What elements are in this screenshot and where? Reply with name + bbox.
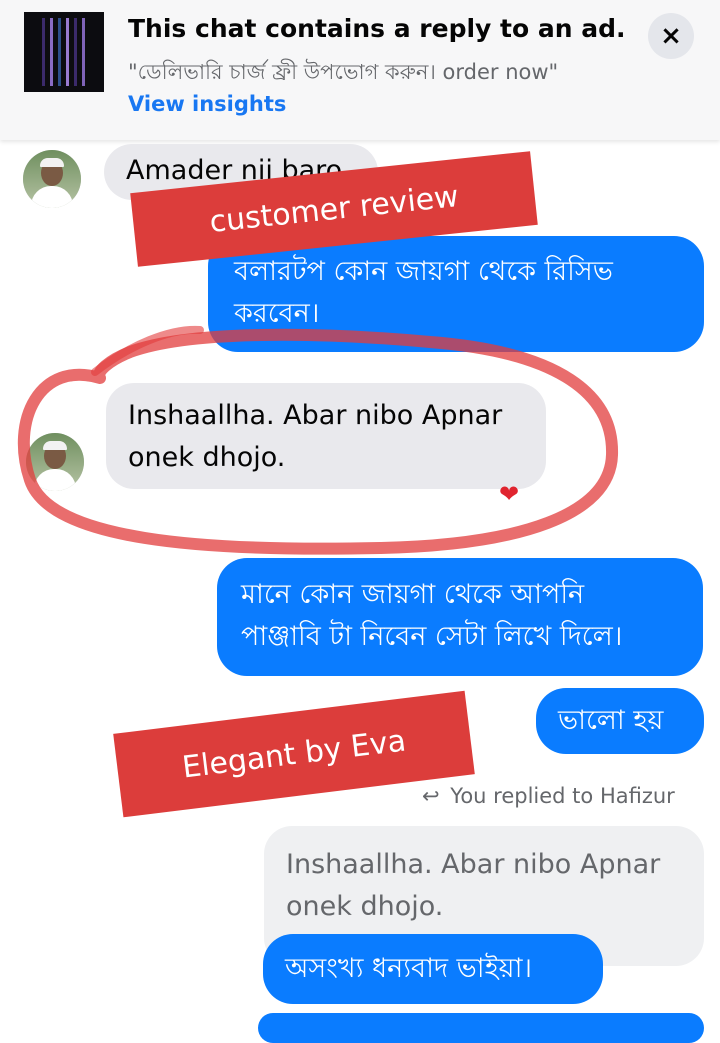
message-text-line-2: পাঞ্জাবি টা নিবেন সেটা লিখে দিলে।	[241, 621, 623, 652]
outgoing-message-partial[interactable]	[258, 1013, 704, 1043]
message-text: ভালো হয়	[558, 705, 664, 736]
reply-arrow-icon: ↩	[422, 784, 440, 808]
message-text: অসংখ্য ধন্যবাদ ভাইয়া।	[285, 953, 533, 984]
replied-to-label: ↩ You replied to Hafizur	[422, 784, 675, 808]
outgoing-message[interactable]: অসংখ্য ধন্যবাদ ভাইয়া।	[263, 934, 603, 1004]
outgoing-message[interactable]: ভালো হয়	[536, 688, 704, 754]
message-text-line-1: মানে কোন জায়গা থেকে আপনি	[241, 579, 585, 610]
quoted-text-line-2: onek dhojo.	[286, 891, 444, 922]
outgoing-message[interactable]: মানে কোন জায়গা থেকে আপনি পাঞ্জাবি টা নি…	[217, 558, 703, 676]
stamp-text: Elegant by Eva	[180, 722, 408, 786]
replied-to-text: You replied to Hafizur	[450, 784, 675, 808]
quoted-text-line-1: Inshaallha. Abar nibo Apnar	[286, 849, 661, 880]
